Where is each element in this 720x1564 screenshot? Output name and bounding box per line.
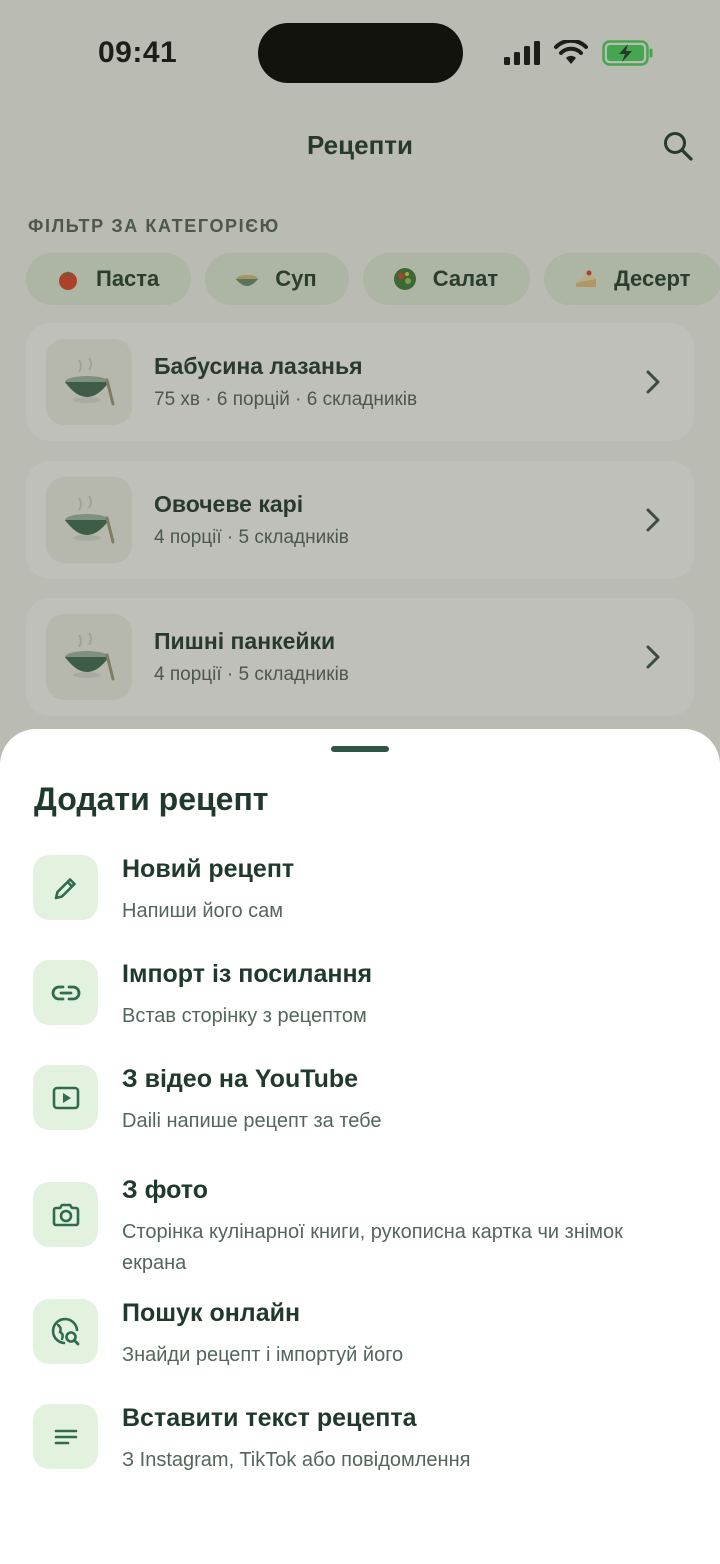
option-subtitle: Daili напише рецепт за тебе: [122, 1110, 382, 1132]
option-title: Новий рецепт: [122, 855, 295, 883]
option-subtitle: З Instagram, TikTok або повідомлення: [122, 1449, 471, 1471]
globe-search-icon: [33, 1299, 98, 1364]
option-import-link[interactable]: Імпорт із посилання Встав сторінку з рец…: [0, 960, 720, 1056]
option-subtitle: Напиши його сам: [122, 900, 284, 922]
option-from-photo[interactable]: З фото Сторінка кулінарної книги, рукопи…: [0, 1176, 720, 1294]
pencil-icon: [33, 855, 98, 920]
sheet-title: Додати рецепт: [34, 781, 269, 817]
sheet-grabber[interactable]: [331, 746, 389, 752]
option-youtube-video[interactable]: З відео на YouTube Daili напише рецепт з…: [0, 1065, 720, 1161]
option-title: Імпорт із посилання: [122, 960, 373, 988]
option-subtitle: Встав сторінку з рецептом: [122, 1005, 367, 1027]
video-play-icon: [33, 1065, 98, 1130]
screen: 09:41 Рецепти ФІЛЬТР ЗА КАТЕГОРІЄЮ Паста…: [0, 0, 720, 1564]
link-icon: [33, 960, 98, 1025]
option-paste-text[interactable]: Вставити текст рецепта З Instagram, TikT…: [0, 1404, 720, 1500]
option-title: Вставити текст рецепта: [122, 1404, 417, 1432]
camera-icon: [33, 1182, 98, 1247]
option-title: Пошук онлайн: [122, 1299, 301, 1327]
option-title: З відео на YouTube: [122, 1065, 359, 1093]
option-new-recipe[interactable]: Новий рецепт Напиши його сам: [0, 855, 720, 951]
option-subtitle: Знайди рецепт і імпортуй його: [122, 1344, 404, 1366]
option-title: З фото: [122, 1176, 208, 1204]
text-lines-icon: [33, 1404, 98, 1469]
add-recipe-sheet: Додати рецепт Новий рецепт Напиши його с…: [0, 729, 720, 1564]
option-subtitle: Сторінка кулінарної книги, рукописна кар…: [122, 1221, 623, 1274]
option-search-online[interactable]: Пошук онлайн Знайди рецепт і імпортуй йо…: [0, 1299, 720, 1395]
